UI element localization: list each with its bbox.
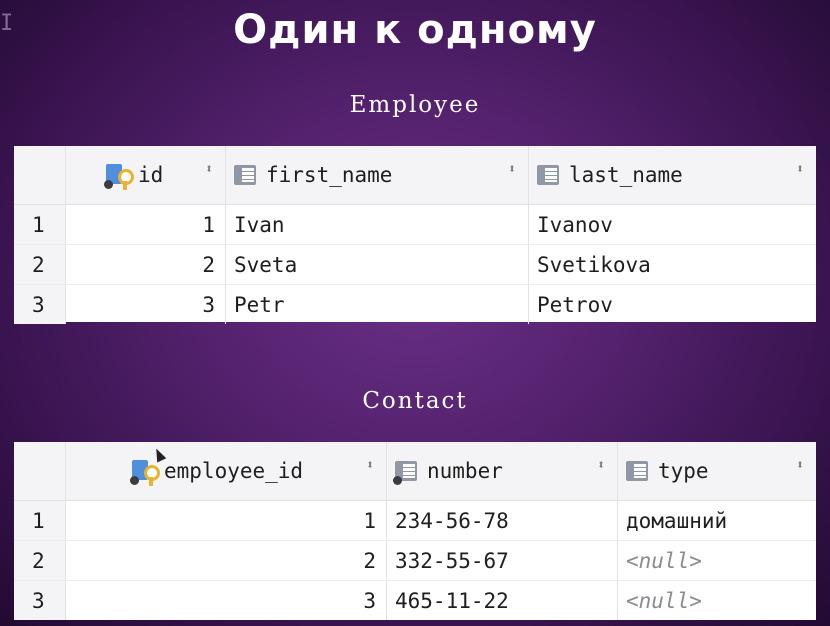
cell-id[interactable]: 1 bbox=[66, 205, 226, 244]
cell-type[interactable]: домашний bbox=[618, 501, 816, 540]
column-label: last_name bbox=[569, 163, 683, 187]
column-icon bbox=[232, 161, 266, 189]
row-number-header bbox=[14, 146, 66, 204]
row-number: 3 bbox=[14, 285, 66, 324]
table-row[interactable]: 1 1 234-56-78 домашний bbox=[14, 501, 816, 541]
column-label: number bbox=[427, 459, 503, 483]
column-header-type[interactable]: type ⬍ bbox=[618, 442, 816, 500]
cell-number[interactable]: 332-55-67 bbox=[387, 541, 618, 580]
column-icon bbox=[393, 457, 427, 485]
row-number: 3 bbox=[14, 581, 66, 620]
table-row[interactable]: 2 2 332-55-67 <null> bbox=[14, 541, 816, 581]
row-number: 2 bbox=[14, 541, 66, 580]
table-header: id ⬍ first_name ⬍ last_name ⬍ bbox=[14, 146, 816, 205]
cell-last-name[interactable]: Ivanov bbox=[529, 205, 816, 244]
employee-table-caption: Employee bbox=[349, 92, 481, 118]
cell-first-name[interactable]: Sveta bbox=[226, 245, 529, 284]
row-number-header bbox=[14, 442, 66, 500]
cell-last-name[interactable]: Svetikova bbox=[529, 245, 816, 284]
cell-number[interactable]: 465-11-22 bbox=[387, 581, 618, 620]
sort-icon[interactable]: ⬍ bbox=[597, 459, 605, 472]
cell-employee-id[interactable]: 2 bbox=[66, 541, 387, 580]
table-row[interactable]: 2 2 Sveta Svetikova bbox=[14, 245, 816, 285]
table-row[interactable]: 3 3 465-11-22 <null> bbox=[14, 581, 816, 620]
column-icon bbox=[535, 161, 569, 189]
row-number: 2 bbox=[14, 245, 66, 284]
cell-number[interactable]: 234-56-78 bbox=[387, 501, 618, 540]
column-label: id bbox=[138, 163, 164, 187]
column-header-employee-id[interactable]: employee_id ⬍ bbox=[66, 442, 387, 500]
row-number: 1 bbox=[14, 501, 66, 540]
column-label: employee_id bbox=[164, 459, 304, 483]
cell-first-name[interactable]: Ivan bbox=[226, 205, 529, 244]
primary-key-column-icon bbox=[104, 161, 138, 190]
sort-icon[interactable]: ⬍ bbox=[366, 459, 374, 472]
column-label: first_name bbox=[266, 163, 393, 187]
column-header-first-name[interactable]: first_name ⬍ bbox=[226, 146, 529, 204]
contact-table-caption: Contact bbox=[362, 388, 468, 414]
cell-last-name[interactable]: Petrov bbox=[529, 285, 816, 324]
table-row[interactable]: 3 3 Petr Petrov bbox=[14, 285, 816, 324]
cell-employee-id[interactable]: 3 bbox=[66, 581, 387, 620]
sort-icon[interactable]: ⬍ bbox=[205, 163, 213, 176]
cell-type-null[interactable]: <null> bbox=[618, 541, 816, 580]
table-header: employee_id ⬍ number ⬍ type ⬍ bbox=[14, 442, 816, 501]
cell-employee-id[interactable]: 1 bbox=[66, 501, 387, 540]
cell-first-name[interactable]: Petr bbox=[226, 285, 529, 324]
sort-icon[interactable]: ⬍ bbox=[508, 163, 516, 176]
column-header-id[interactable]: id ⬍ bbox=[66, 146, 226, 204]
contact-table: employee_id ⬍ number ⬍ type ⬍ 1 1 234-56… bbox=[14, 442, 816, 620]
sort-icon[interactable]: ⬍ bbox=[796, 163, 804, 176]
row-number: 1 bbox=[14, 205, 66, 244]
cell-id[interactable]: 3 bbox=[66, 285, 226, 324]
column-header-number[interactable]: number ⬍ bbox=[387, 442, 618, 500]
employee-table: id ⬍ first_name ⬍ last_name ⬍ 1 1 Ivan I… bbox=[14, 146, 816, 324]
column-icon bbox=[624, 457, 658, 485]
column-label: type bbox=[658, 459, 709, 483]
table-row[interactable]: 1 1 Ivan Ivanov bbox=[14, 205, 816, 245]
slide-title: Один к одному bbox=[233, 7, 597, 53]
sort-icon[interactable]: ⬍ bbox=[796, 459, 804, 472]
cell-type-null[interactable]: <null> bbox=[618, 581, 816, 620]
cell-id[interactable]: 2 bbox=[66, 245, 226, 284]
column-header-last-name[interactable]: last_name ⬍ bbox=[529, 146, 816, 204]
